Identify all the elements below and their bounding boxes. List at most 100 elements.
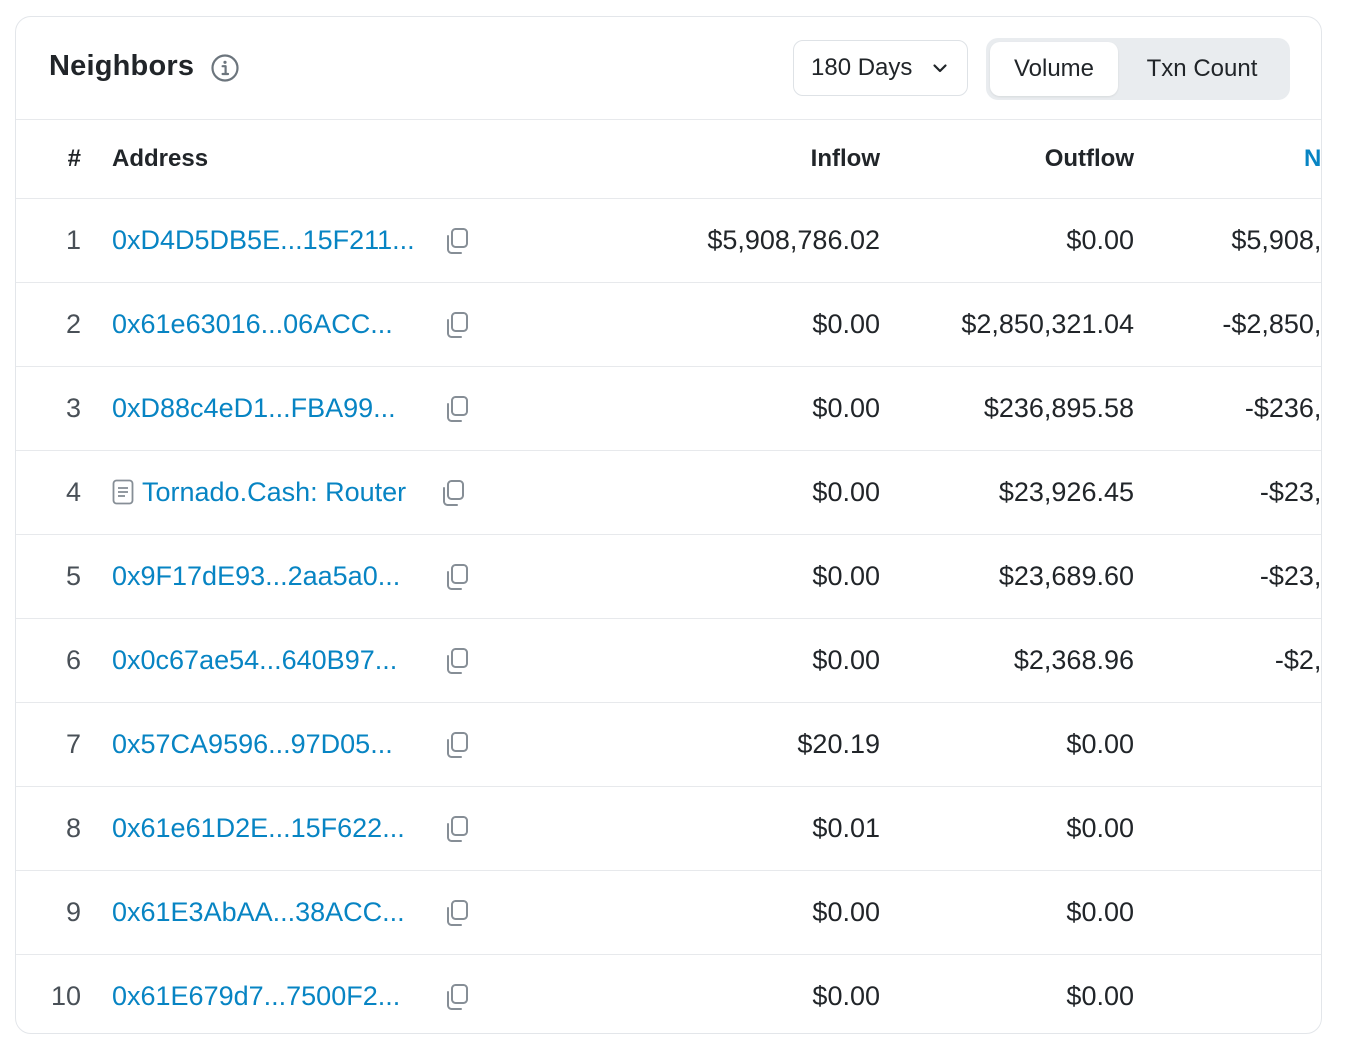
copy-icon[interactable] [444, 311, 470, 339]
address-link[interactable]: 0x61e61D2E...15F622... [112, 813, 405, 844]
outflow-cell: $0.00 [1066, 224, 1134, 255]
column-header-inflow: Inflow [810, 144, 880, 172]
address-wrap: 0x9F17dE93...2aa5a0... [112, 556, 582, 596]
info-icon[interactable] [210, 53, 240, 83]
copy-icon[interactable] [444, 899, 470, 927]
row-number: 4 [65, 476, 81, 507]
outflow-cell: $23,689.60 [998, 560, 1134, 591]
copy-icon[interactable] [440, 479, 466, 507]
table-row: 4 Tornado.Cash: Router $0.00 $23,926.45 -$23… [16, 450, 1321, 534]
address-wrap: 0x61E679d7...7500F2... [112, 976, 582, 1016]
neighbors-card: Neighbors 180 Days Volume Txn Count # Ad… [15, 16, 1322, 1034]
address-cell: 0xD88c4eD1...FBA99... [112, 366, 582, 450]
net-flow-cell: $0.00 [1134, 870, 1321, 954]
row-number: 8 [65, 812, 81, 843]
table-row: 3 0xD88c4eD1...FBA99... $0.00 $236,895.58 -$… [16, 366, 1322, 450]
address-link[interactable]: 0x61e63016...06ACC... [112, 309, 393, 340]
chevron-down-icon [933, 64, 947, 73]
table-row: 5 0x9F17dE93...2aa5a0... $0.00 $23,689.60 -$… [16, 534, 1322, 618]
address-wrap: 0x61E3AbAA...38ACC... [112, 892, 582, 932]
row-number: 1 [65, 224, 81, 255]
inflow-cell: $0.00 [812, 644, 880, 675]
address-wrap: 0x0c67ae54...640B97... [112, 640, 582, 680]
row-number: 6 [65, 644, 81, 675]
table-header-row: # Address Inflow Outflow Net Flow [16, 120, 1321, 198]
address-link[interactable]: Tornado.Cash: Router [142, 477, 406, 508]
table-row: 90x61E3AbAA...38ACC...$0.00$0.00$0.00 [16, 870, 1321, 954]
address-cell: 0x61e61D2E...15F622... [112, 786, 582, 870]
inflow-cell: $5,908,786.02 [707, 224, 880, 255]
table-row: 70x57CA9596...97D05...$20.19$0.00$20.19 [16, 702, 1321, 786]
net-flow-cell: $5,908,786.02 [1231, 224, 1322, 255]
row-number: 2 [65, 308, 81, 339]
table-row: 1 0xD4D5DB5E...15F211... $5,908,786.02 $0.0… [16, 198, 1322, 282]
address-cell: 0x57CA9596...97D05... [112, 702, 582, 786]
outflow-cell: $0.00 [1066, 812, 1134, 843]
outflow-cell: $2,368.96 [1013, 644, 1134, 675]
net-flow-cell: $0.01 [1134, 786, 1321, 870]
outflow-cell: $0.00 [1066, 728, 1134, 759]
outflow-cell: $0.00 [1066, 980, 1134, 1011]
net-flow-cell: -$2,368.96 [1274, 644, 1322, 675]
outflow-cell: $2,850,321.04 [961, 308, 1134, 339]
inflow-cell: $0.00 [812, 560, 880, 591]
card-header: Neighbors 180 Days Volume Txn Count [16, 17, 1321, 120]
table-row: 100x61E679d7...7500F2...$0.00$0.00$0.00 [16, 954, 1321, 1033]
copy-icon[interactable] [444, 647, 470, 675]
address-wrap: 0xD88c4eD1...FBA99... [112, 388, 582, 428]
outflow-cell: $23,926.45 [998, 476, 1134, 507]
address-cell: Tornado.Cash: Router [112, 450, 582, 534]
contract-file-icon [112, 479, 134, 505]
address-cell: 0x9F17dE93...2aa5a0... [112, 534, 582, 618]
toggle-volume-button[interactable]: Volume [990, 42, 1118, 96]
row-number: 10 [50, 980, 81, 1011]
table-row: 6 0x0c67ae54...640B97... $0.00 $2,368.96 -$2… [16, 618, 1322, 702]
table-row: 2 0x61e63016...06ACC... $0.00 $2,850,321.04… [16, 282, 1321, 366]
outflow-cell: $0.00 [1066, 896, 1134, 927]
inflow-cell: $0.00 [812, 896, 880, 927]
row-number: 7 [65, 728, 81, 759]
copy-icon[interactable] [444, 815, 470, 843]
inflow-cell: $0.00 [812, 476, 880, 507]
inflow-cell: $0.01 [812, 812, 880, 843]
range-select-value: 180 Days [811, 54, 913, 81]
table-row: 80x61e61D2E...15F622...$0.01$0.00$0.01 [16, 786, 1321, 870]
address-wrap: 0x61e61D2E...15F622... [112, 808, 582, 848]
address-link[interactable]: 0x57CA9596...97D05... [112, 729, 393, 760]
row-number: 5 [65, 560, 81, 591]
address-link[interactable]: 0x9F17dE93...2aa5a0... [112, 561, 400, 592]
address-cell: 0x61e63016...06ACC... [112, 282, 582, 366]
address-link[interactable]: 0xD4D5DB5E...15F211... [112, 225, 415, 256]
address-cell: 0x61E3AbAA...38ACC... [112, 870, 582, 954]
net-flow-cell: -$23,689.60 [1259, 560, 1322, 591]
net-flow-cell: $0.00 [1134, 954, 1321, 1033]
address-wrap: Tornado.Cash: Router [112, 472, 582, 512]
column-header-outflow: Outflow [1044, 144, 1134, 172]
address-cell: 0xD4D5DB5E...15F211... [112, 198, 582, 282]
net-flow-cell: -$236,895.58 [1244, 392, 1322, 423]
column-header-net-flow[interactable]: Net Flow [1134, 120, 1321, 198]
metric-toggle: Volume Txn Count [986, 38, 1290, 100]
address-cell: 0x61E679d7...7500F2... [112, 954, 582, 1033]
table-body: 1 0xD4D5DB5E...15F211... $5,908,786.02 $0.0… [16, 198, 1322, 1033]
address-link[interactable]: 0x61E679d7...7500F2... [112, 981, 400, 1012]
copy-icon[interactable] [444, 731, 470, 759]
copy-icon[interactable] [444, 227, 470, 255]
column-header-number: # [67, 144, 81, 172]
address-link[interactable]: 0x0c67ae54...640B97... [112, 645, 397, 676]
toggle-txn-count-button[interactable]: Txn Count [1118, 42, 1286, 96]
address-link[interactable]: 0xD88c4eD1...FBA99... [112, 393, 396, 424]
column-header-address: Address [112, 144, 209, 172]
inflow-cell: $0.00 [812, 980, 880, 1011]
address-link[interactable]: 0x61E3AbAA...38ACC... [112, 897, 405, 928]
inflow-cell: $20.19 [797, 728, 880, 759]
range-select[interactable]: 180 Days [793, 40, 968, 96]
row-number: 3 [65, 392, 81, 423]
copy-icon[interactable] [444, 563, 470, 591]
address-wrap: 0xD4D5DB5E...15F211... [112, 220, 582, 260]
outflow-cell: $236,895.58 [983, 392, 1134, 423]
copy-icon[interactable] [444, 983, 470, 1011]
copy-icon[interactable] [444, 395, 470, 423]
address-cell: 0x0c67ae54...640B97... [112, 618, 582, 702]
inflow-cell: $0.00 [812, 308, 880, 339]
